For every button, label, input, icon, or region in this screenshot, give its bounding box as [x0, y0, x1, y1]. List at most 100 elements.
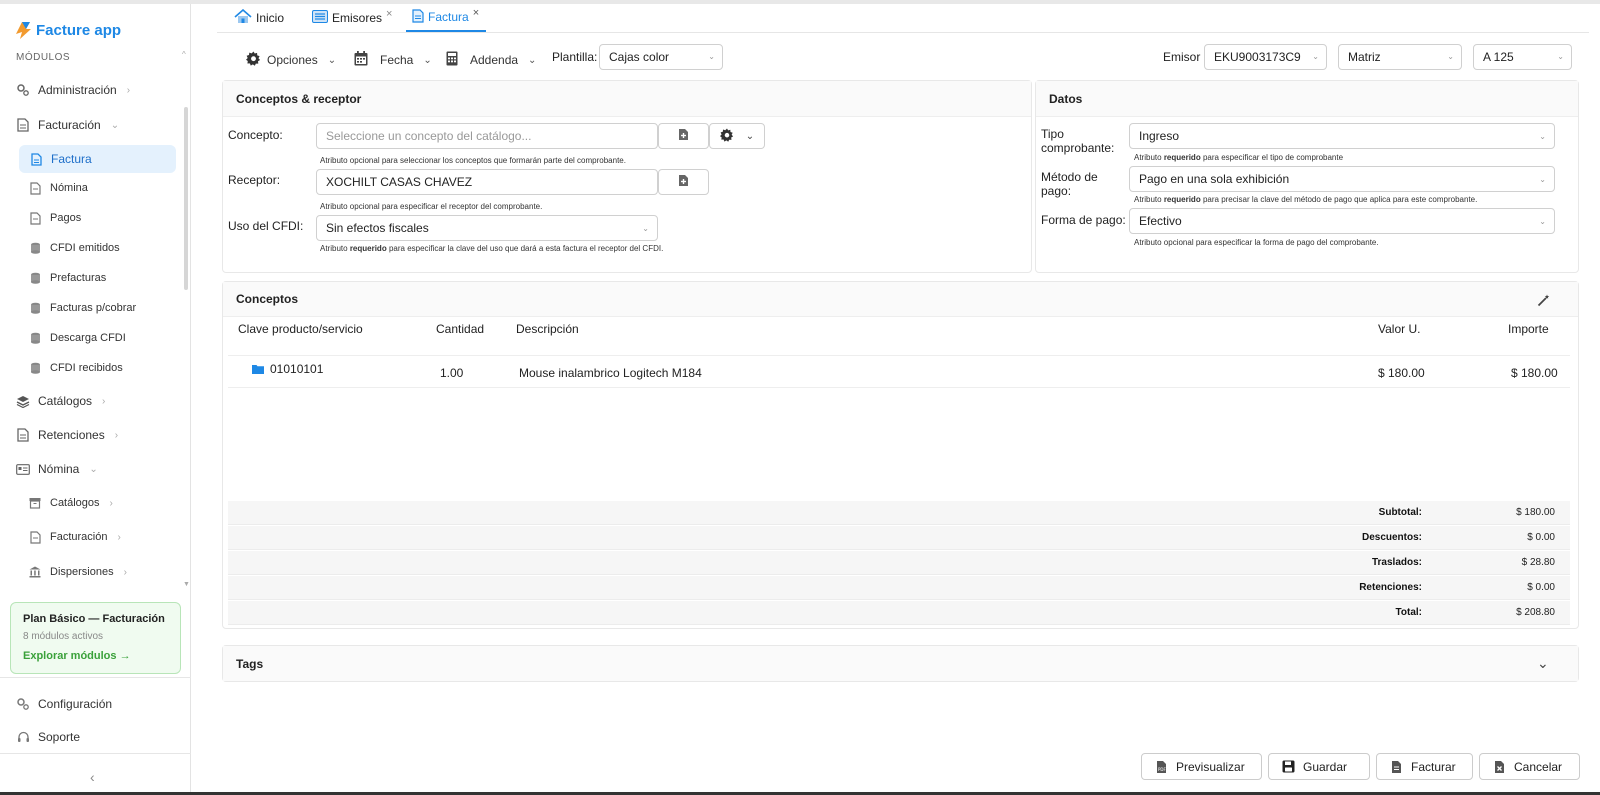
chevron-down-icon: ⌄: [642, 224, 649, 233]
plantilla-label: Plantilla:: [552, 50, 598, 64]
table-row[interactable]: 01010101 1.00 Mouse inalambrico Logitech…: [228, 356, 1570, 387]
sidebar-item-prefacturas[interactable]: Prefacturas: [28, 266, 106, 290]
concepto-settings-button[interactable]: ⌄: [709, 123, 765, 149]
concepto-input[interactable]: Seleccione un concepto del catálogo...: [316, 123, 658, 149]
metodo-pago-select[interactable]: Pago en una sola exhibición ⌄: [1129, 166, 1555, 192]
forma-pago-value: Efectivo: [1139, 214, 1182, 228]
sidebar-item-label: CFDI recibidos: [50, 362, 123, 374]
sidebar-item-administracion[interactable]: Administración ›: [16, 78, 130, 102]
add-concepto-button[interactable]: [658, 123, 709, 149]
column-header-importe[interactable]: Importe: [1508, 322, 1549, 336]
tab-emisores[interactable]: Emisores ×: [306, 4, 406, 32]
sucursal-select[interactable]: Matriz ⌄: [1338, 44, 1462, 70]
sidebar-item-dispersiones[interactable]: Dispersiones ›: [28, 560, 127, 584]
document-icon: [16, 428, 30, 442]
plan-subtitle: 8 módulos activos: [23, 631, 104, 642]
column-header-valor[interactable]: Valor U.: [1378, 322, 1420, 336]
metodo-pago-hint: Atributo requerido para precisar la clav…: [1134, 195, 1478, 204]
cell-clave: 01010101: [270, 362, 324, 376]
opciones-button[interactable]: Opciones ⌄: [246, 48, 336, 72]
total-label: Total:: [1395, 607, 1422, 618]
sidebar-item-cfdi-emitidos[interactable]: CFDI emitidos: [28, 236, 120, 260]
panel-title: Tags: [223, 646, 1578, 681]
sidebar-item-nomina-sub[interactable]: Nómina: [28, 176, 88, 200]
sidebar-item-label: CFDI emitidos: [50, 242, 120, 254]
tab-label: Factura: [428, 10, 469, 24]
descuentos-label: Descuentos:: [1361, 532, 1422, 543]
chevron-right-icon: ›: [102, 395, 106, 407]
forma-pago-hint: Atributo opcional para especificar la fo…: [1134, 238, 1379, 247]
sidebar-item-retenciones[interactable]: Retenciones ›: [16, 423, 118, 447]
sidebar-item-label: Nómina: [50, 182, 88, 194]
layers-icon: [16, 394, 30, 408]
sidebar-scrollbar[interactable]: [184, 107, 188, 290]
collapse-sidebar-icon[interactable]: ‹: [90, 769, 95, 785]
subtotal-label: Subtotal:: [1378, 507, 1422, 518]
database-icon: [28, 301, 42, 315]
previsualizar-button[interactable]: PDF Previsualizar: [1141, 753, 1262, 780]
collapse-section-icon[interactable]: ^: [182, 50, 186, 59]
brand[interactable]: Facture app: [14, 20, 121, 40]
column-header-clave[interactable]: Clave producto/servicio: [238, 322, 363, 336]
sidebar-item-facturas-cobrar[interactable]: Facturas p/cobrar: [28, 296, 136, 320]
emisor-select[interactable]: EKU9003173C9 ⌄: [1204, 44, 1327, 70]
serie-select[interactable]: A 125 ⌄: [1473, 44, 1572, 70]
sidebar-item-cfdi-recibidos[interactable]: CFDI recibidos: [28, 356, 123, 380]
sidebar-item-nomina-facturacion[interactable]: Facturación ›: [28, 525, 121, 549]
chevron-down-icon: ⌄: [528, 54, 537, 66]
plantilla-select[interactable]: Cajas color ⌄: [599, 44, 723, 70]
facturar-button[interactable]: Facturar: [1376, 753, 1473, 780]
chevron-right-icon: ›: [114, 429, 119, 441]
bank-icon: [28, 565, 42, 579]
sidebar-item-factura[interactable]: Factura: [19, 145, 176, 173]
addenda-button[interactable]: Addenda ⌄: [446, 48, 536, 72]
close-tab-icon[interactable]: ×: [386, 8, 392, 20]
gear-icon: [719, 127, 734, 145]
magic-wand-icon[interactable]: [1537, 294, 1550, 310]
forma-pago-select[interactable]: Efectivo ⌄: [1129, 208, 1555, 234]
chevron-down-icon[interactable]: ⌄: [1537, 655, 1549, 672]
scroll-down-icon[interactable]: ▼: [183, 581, 190, 588]
tags-panel[interactable]: Tags: [222, 645, 1579, 682]
tab-label: Inicio: [256, 11, 285, 25]
sidebar-item-catalogos[interactable]: Catálogos ›: [16, 389, 105, 413]
previsualizar-label: Previsualizar: [1176, 759, 1245, 774]
forma-pago-label: Forma de pago:: [1041, 213, 1126, 227]
uso-cfdi-select[interactable]: Sin efectos fiscales ⌄: [316, 215, 658, 241]
chevron-right-icon: ›: [126, 84, 131, 96]
sidebar-item-configuracion[interactable]: Configuración: [16, 692, 112, 716]
subtotal-value: $ 180.00: [1516, 507, 1555, 518]
sidebar-item-nomina[interactable]: Nómina ⌄: [16, 457, 98, 481]
tab-inicio[interactable]: Inicio: [228, 4, 306, 32]
receptor-input[interactable]: XOCHILT CASAS CHAVEZ: [316, 169, 658, 195]
add-receptor-button[interactable]: [658, 169, 709, 195]
tipo-comprobante-hint: Atributo requerido para especificar el t…: [1134, 153, 1344, 162]
chevron-down-icon: ⌄: [1539, 217, 1546, 226]
sidebar-item-nomina-catalogos[interactable]: Catálogos ›: [28, 491, 113, 515]
tab-label: Emisores: [332, 11, 383, 25]
close-tab-icon[interactable]: ×: [473, 7, 479, 19]
guardar-button[interactable]: Guardar: [1268, 753, 1370, 780]
gear-icon: [246, 51, 261, 69]
sidebar-item-label: Administración: [38, 83, 117, 97]
sidebar-item-descarga-cfdi[interactable]: Descarga CFDI: [28, 326, 126, 350]
column-header-descripcion[interactable]: Descripción: [516, 322, 579, 336]
explore-modules-link[interactable]: Explorar módulos →: [23, 650, 168, 662]
sidebar-item-soporte[interactable]: Soporte: [16, 725, 80, 749]
emisor-value: EKU9003173C9: [1214, 50, 1301, 64]
chevron-down-icon: ⌄: [745, 130, 755, 142]
tab-factura[interactable]: Factura ×: [406, 4, 486, 32]
uso-cfdi-hint: Atributo requerido para especificar la c…: [320, 244, 664, 253]
chevron-down-icon: ⌄: [1539, 175, 1546, 184]
toolbar: Opciones ⌄ Fecha ⌄ Addenda ⌄ Plantilla: …: [218, 40, 1590, 80]
tipo-comprobante-select[interactable]: Ingreso ⌄: [1129, 123, 1555, 149]
calendar-icon: [354, 51, 368, 69]
fecha-button[interactable]: Fecha ⌄: [354, 48, 432, 72]
folder-icon: [252, 363, 264, 377]
sidebar-item-facturacion[interactable]: Facturación ⌄: [16, 113, 119, 137]
sidebar-item-label: Retenciones: [38, 428, 105, 442]
column-header-cantidad[interactable]: Cantidad: [436, 322, 484, 336]
id-card-icon: [16, 462, 30, 476]
sidebar-item-pagos[interactable]: Pagos: [28, 206, 81, 230]
cancelar-button[interactable]: Cancelar: [1479, 753, 1580, 780]
